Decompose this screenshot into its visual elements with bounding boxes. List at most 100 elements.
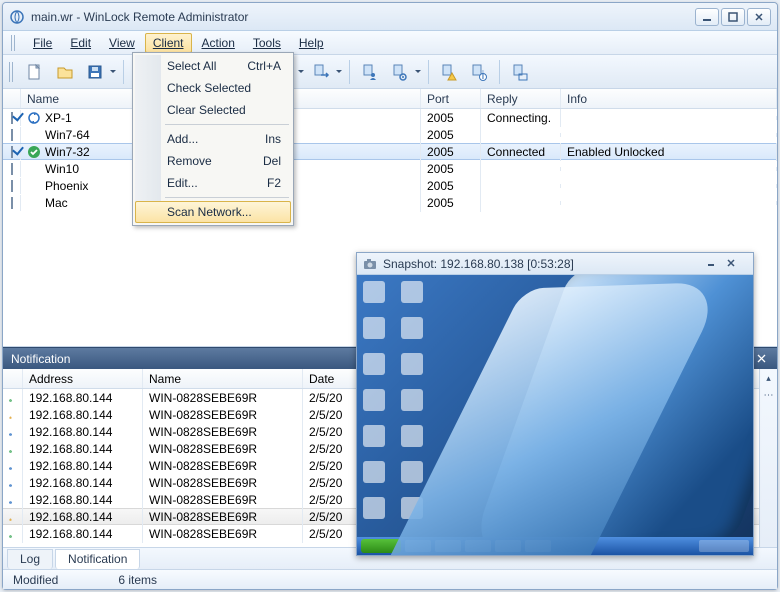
menu-client[interactable]: Client [145, 33, 192, 53]
snapshot-minimize[interactable] [707, 256, 727, 272]
close-button[interactable] [747, 8, 771, 26]
client-row[interactable]: Win7-322005ConnectedEnabled Unlocked [3, 143, 777, 160]
toolbar: i [3, 55, 777, 89]
client-info [561, 167, 777, 171]
action-power-button[interactable] [307, 58, 335, 86]
menu-add[interactable]: Add...Ins [135, 128, 291, 150]
menu-action[interactable]: Action [194, 33, 243, 53]
client-name: Phoenix [45, 179, 88, 193]
client-info [561, 133, 777, 137]
menu-view[interactable]: View [101, 33, 143, 53]
snapshot-titlebar[interactable]: Snapshot: 192.168.80.138 [0:53:28] [357, 253, 753, 275]
notif-name: WIN-0828SEBE69R [143, 491, 303, 509]
notif-date: 2/5/20 [303, 508, 357, 526]
client-reply: Connecting. [481, 109, 561, 127]
menu-tools[interactable]: Tools [245, 33, 289, 53]
menu-edit[interactable]: Edit [62, 33, 99, 53]
client-row[interactable]: Win7-642005 [3, 126, 777, 143]
client-name: Win7-32 [45, 145, 90, 159]
col-info[interactable]: Info [561, 89, 777, 108]
close-panel-icon[interactable] [753, 351, 769, 367]
tab-log[interactable]: Log [7, 549, 53, 569]
notif-date: 2/5/20 [303, 406, 357, 424]
col-date[interactable]: Date [303, 369, 357, 388]
col-icon[interactable] [3, 369, 23, 388]
col-address[interactable]: Address [23, 369, 143, 388]
menu-file[interactable]: File [25, 33, 60, 53]
action-snapshot-dropdown[interactable] [297, 58, 305, 86]
client-row[interactable]: XP-12005Connecting. [3, 109, 777, 126]
notif-address: 192.168.80.144 [23, 508, 143, 526]
notif-icon [9, 493, 12, 507]
notif-icon [9, 425, 12, 439]
client-row[interactable]: Win102005 [3, 160, 777, 177]
open-button[interactable] [51, 58, 79, 86]
menubar-grip[interactable] [11, 35, 17, 51]
action-monitor-button[interactable] [506, 58, 534, 86]
minimize-button[interactable] [695, 8, 719, 26]
maximize-button[interactable] [721, 8, 745, 26]
toolbar-grip[interactable] [9, 62, 15, 82]
client-menu-dropdown[interactable]: Select AllCtrl+A Check Selected Clear Se… [132, 52, 294, 226]
snapshot-close[interactable] [727, 256, 747, 272]
client-row[interactable]: Mac 2005 [3, 194, 777, 211]
menu-scan-network[interactable]: Scan Network... [135, 201, 291, 223]
notif-address: 192.168.80.144 [23, 406, 143, 424]
menu-clear-selected[interactable]: Clear Selected [135, 99, 291, 121]
status-icon [27, 111, 41, 125]
side-up-icon[interactable]: ▴ [766, 373, 771, 384]
save-button[interactable] [81, 58, 109, 86]
action-settings-button[interactable] [386, 58, 414, 86]
save-dropdown[interactable] [109, 58, 117, 86]
client-row[interactable]: Phoenix2005 [3, 177, 777, 194]
menu-edit-item[interactable]: Edit...F2 [135, 172, 291, 194]
notif-icon [9, 391, 12, 405]
snapshot-window[interactable]: Snapshot: 192.168.80.138 [0:53:28] [356, 252, 754, 556]
action-warn-button[interactable] [435, 58, 463, 86]
notif-name: WIN-0828SEBE69R [143, 457, 303, 475]
toolbar-sep-3 [349, 60, 350, 84]
tab-notification[interactable]: Notification [55, 549, 140, 569]
side-dots-icon[interactable]: ⋯ [764, 390, 774, 401]
menu-check-selected[interactable]: Check Selected [135, 77, 291, 99]
action-power-dropdown[interactable] [335, 58, 343, 86]
client-port: 2005 [421, 194, 481, 212]
row-checkbox[interactable] [11, 146, 13, 158]
notif-name: WIN-0828SEBE69R [143, 474, 303, 492]
desktop-icons [363, 281, 429, 527]
notif-name: WIN-0828SEBE69R [143, 423, 303, 441]
titlebar[interactable]: main.wr - WinLock Remote Administrator [3, 3, 777, 31]
status-icon [27, 196, 41, 210]
notif-address: 192.168.80.144 [23, 440, 143, 458]
col-port[interactable]: Port [421, 89, 481, 108]
menu-help[interactable]: Help [291, 33, 332, 53]
row-checkbox[interactable] [11, 180, 13, 192]
new-button[interactable] [21, 58, 49, 86]
action-user-button[interactable] [356, 58, 384, 86]
action-settings-dropdown[interactable] [414, 58, 422, 86]
row-checkbox[interactable] [11, 197, 13, 209]
client-info [561, 201, 777, 205]
client-port: 2005 [421, 109, 481, 127]
action-info-button[interactable]: i [465, 58, 493, 86]
client-port: 2005 [421, 126, 481, 144]
client-name: Mac [45, 196, 68, 210]
client-port: 2005 [421, 143, 481, 161]
client-reply [481, 201, 561, 205]
status-right: 6 items [118, 573, 157, 587]
notif-date: 2/5/20 [303, 389, 357, 407]
status-icon [27, 145, 41, 159]
row-checkbox[interactable] [11, 163, 13, 175]
row-checkbox[interactable] [11, 112, 13, 124]
menu-remove[interactable]: RemoveDel [135, 150, 291, 172]
col-check[interactable] [3, 89, 21, 108]
status-icon [27, 162, 41, 176]
col-name[interactable]: Name [143, 369, 303, 388]
notif-date: 2/5/20 [303, 457, 357, 475]
menu-select-all[interactable]: Select AllCtrl+A [135, 55, 291, 77]
grid-header[interactable]: Name Port Reply Info [3, 89, 777, 109]
app-icon [9, 9, 25, 25]
row-checkbox[interactable] [11, 129, 13, 141]
col-reply[interactable]: Reply [481, 89, 561, 108]
notif-icon [9, 527, 12, 541]
